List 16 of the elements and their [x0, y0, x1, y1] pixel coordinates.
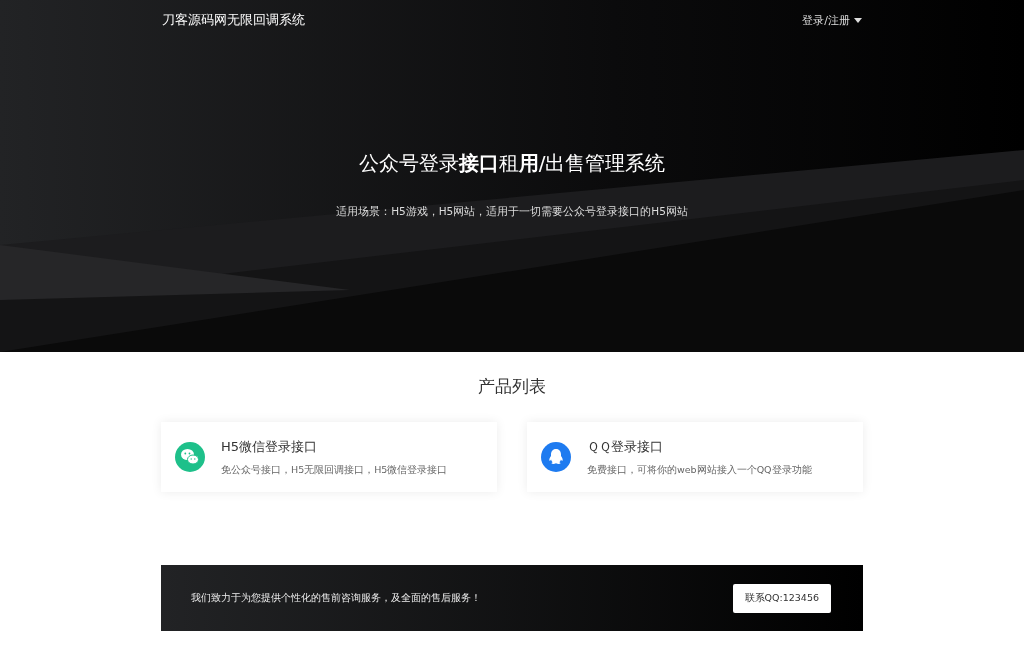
penguin-icon	[541, 442, 571, 472]
product-title: ＱＱ登录接口	[587, 437, 664, 456]
hero-title: 公众号登录接口租用/出售管理系统	[358, 150, 666, 177]
product-card[interactable]: H5微信登录接口 免公众号接口，H5无限回调接口，H5微信登录接口	[161, 422, 497, 492]
product-title: H5微信登录接口	[221, 437, 319, 456]
product-description: 免费接口，可将你的web网站接入一个QQ登录功能	[587, 463, 812, 477]
hero-subtitle: 适用场景：H5游戏，H5网站，适用于一切需要公众号登录接口的H5网站	[336, 205, 688, 219]
caret-icon	[854, 17, 862, 23]
chat-bubbles-icon	[175, 442, 205, 472]
site-title[interactable]: 刀客源码网无限回调系统	[162, 11, 305, 29]
product-description: 免公众号接口，H5无限回调接口，H5微信登录接口	[221, 463, 448, 477]
product-card[interactable]: ＱＱ登录接口 免费接口，可将你的web网站接入一个QQ登录功能	[527, 422, 863, 492]
contact-button[interactable]: 联系QQ:123456	[732, 583, 831, 613]
login-menu[interactable]: 登录/注册	[802, 12, 862, 28]
section-heading: 产品列表	[478, 375, 546, 398]
banner-text: 我们致力于为您提供个性化的售前咨询服务，及全面的售后服务！	[191, 591, 481, 605]
